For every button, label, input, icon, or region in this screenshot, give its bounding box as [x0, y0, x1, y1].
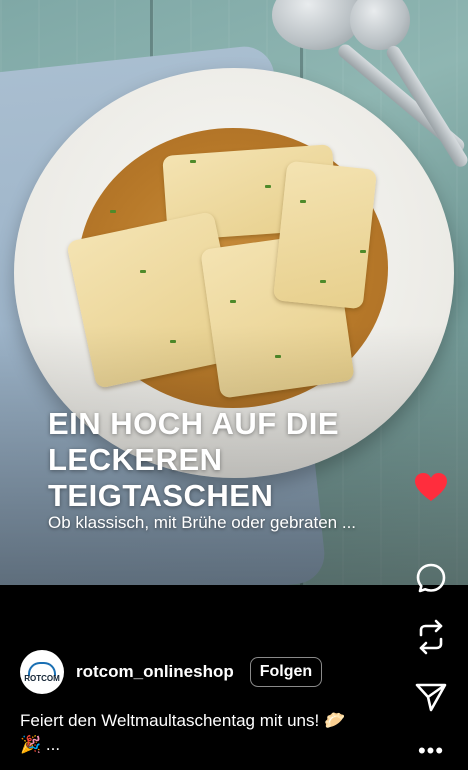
caption[interactable]: Feiert den Weltmaultaschentag mit uns! 🥟 — [20, 710, 390, 732]
chive — [190, 160, 196, 163]
repost-icon — [419, 619, 443, 655]
fork-head — [350, 0, 410, 50]
username[interactable]: rotcom_onlineshop — [76, 662, 234, 682]
chive — [140, 270, 146, 273]
post-headline: EIN HOCH AUF DIE LECKEREN TEIGTASCHEN — [48, 406, 339, 514]
maultasche — [272, 160, 378, 310]
post-image[interactable]: EIN HOCH AUF DIE LECKEREN TEIGTASCHEN Ob… — [0, 0, 468, 585]
send-button[interactable] — [414, 680, 448, 714]
comment-button[interactable] — [414, 561, 448, 595]
heart-icon — [415, 473, 447, 501]
like-button[interactable] — [414, 470, 448, 504]
account-row: ROTCOM rotcom_onlineshop Folgen — [20, 650, 323, 694]
chive — [360, 250, 366, 253]
avatar-logo-text: ROTCOM — [24, 673, 60, 683]
chive — [110, 210, 116, 213]
headline-line: TEIGTASCHEN — [48, 478, 274, 513]
more-icon: ••• — [417, 738, 445, 763]
post-subline: Ob klassisch, mit Brühe oder gebraten ..… — [48, 513, 357, 532]
more-options-button[interactable]: ••• — [414, 734, 448, 768]
comment-icon — [416, 563, 446, 593]
headline-line: EIN HOCH AUF DIE — [48, 406, 340, 441]
chive — [300, 200, 306, 203]
send-icon — [415, 683, 447, 712]
follow-button[interactable]: Folgen — [249, 657, 323, 687]
chive — [320, 280, 326, 283]
spoon-bowl — [272, 0, 362, 50]
repost-button[interactable] — [414, 619, 448, 655]
caption-more[interactable]: 🎉 ... — [20, 735, 60, 755]
avatar[interactable]: ROTCOM — [20, 650, 64, 694]
headline-line: LECKEREN — [48, 442, 223, 477]
chive — [230, 300, 236, 303]
chive — [265, 185, 271, 188]
